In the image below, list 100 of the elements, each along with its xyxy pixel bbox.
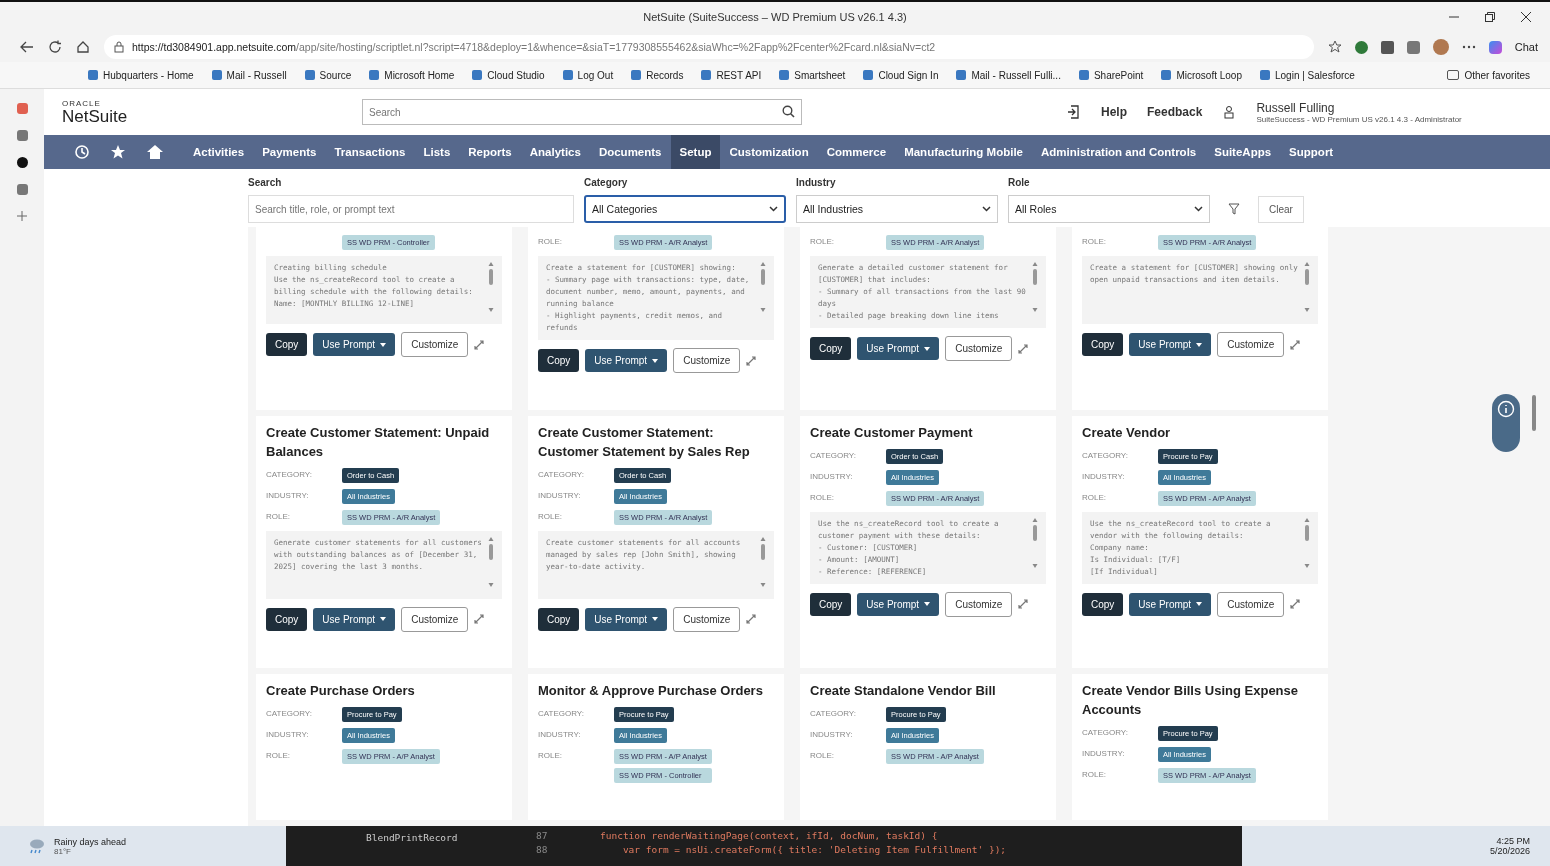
- customize-button[interactable]: Customize: [673, 606, 741, 632]
- bookmark-link[interactable]: Cloud Sign In: [863, 69, 939, 81]
- scrollbar-icon[interactable]: [760, 262, 766, 312]
- extension-icon[interactable]: [1380, 40, 1394, 54]
- copy-button[interactable]: Copy: [810, 337, 852, 360]
- expand-icon[interactable]: [474, 614, 485, 624]
- copy-button[interactable]: Copy: [810, 592, 852, 616]
- star-icon[interactable]: [110, 144, 126, 160]
- use-prompt-button[interactable]: Use Prompt: [857, 592, 940, 616]
- expand-icon[interactable]: [1018, 599, 1029, 610]
- nav-tab[interactable]: Customization: [720, 135, 818, 169]
- nav-tab[interactable]: SuiteApps: [1205, 135, 1281, 169]
- category-select[interactable]: All Categories: [584, 195, 786, 223]
- bookmark-link[interactable]: Hubquarters - Home: [88, 69, 194, 81]
- nav-tab[interactable]: Reports: [459, 135, 521, 169]
- nav-tab[interactable]: Support: [1280, 135, 1343, 169]
- customize-button[interactable]: Customize: [1217, 332, 1285, 357]
- filter-icon[interactable]: [1228, 203, 1240, 215]
- bookmark-link[interactable]: Mail - Russell Fulli...: [956, 69, 1061, 81]
- scrollbar-icon[interactable]: [488, 536, 494, 587]
- bookmark-link[interactable]: SharePoint: [1078, 69, 1144, 81]
- expand-icon[interactable]: [746, 614, 757, 624]
- home-icon[interactable]: [146, 144, 164, 160]
- feedback-link[interactable]: Feedback: [1147, 105, 1203, 119]
- bookmark-link[interactable]: Source: [304, 69, 352, 81]
- bookmark-link[interactable]: Cloud Studio: [472, 69, 545, 81]
- copy-button[interactable]: Copy: [266, 333, 308, 356]
- add-icon[interactable]: [17, 211, 27, 221]
- home-icon[interactable]: [76, 40, 90, 54]
- use-prompt-button[interactable]: Use Prompt: [585, 349, 668, 372]
- use-prompt-button[interactable]: Use Prompt: [313, 607, 396, 631]
- nav-tab[interactable]: Setup: [670, 135, 721, 169]
- nav-tab[interactable]: Payments: [253, 135, 326, 169]
- bookmark-link[interactable]: Microsoft Loop: [1161, 69, 1242, 81]
- customize-button[interactable]: Customize: [945, 591, 1013, 617]
- scrollbar-icon[interactable]: [488, 262, 494, 312]
- copilot-icon[interactable]: [1488, 40, 1502, 54]
- bookmark-link[interactable]: REST API: [701, 69, 762, 81]
- scrollbar-icon[interactable]: [1304, 262, 1310, 312]
- scrollbar-icon[interactable]: [1032, 517, 1038, 568]
- scrollbar-icon[interactable]: [1032, 262, 1038, 312]
- tab-icon[interactable]: [16, 157, 28, 168]
- refresh-icon[interactable]: [48, 40, 62, 54]
- bookmark-link[interactable]: Smartsheet: [779, 69, 846, 81]
- extension-icon[interactable]: [1354, 40, 1368, 54]
- clear-button[interactable]: Clear: [1258, 196, 1304, 223]
- copy-button[interactable]: Copy: [538, 607, 580, 631]
- address-bar[interactable]: https://td3084901.app.netsuite.com/app/site/hosting/scriptlet.nl?script=4718&deploy=1&whence=&siaT=1779308555462&siaWhc=%2Fapp%2Fcenter%2Fcard.nl&siaNv=ct2: [104, 35, 1314, 59]
- prompt-search-field[interactable]: Search title, role, or prompt text: [248, 195, 574, 223]
- restore-icon[interactable]: [1484, 11, 1496, 23]
- other-favorites-link[interactable]: Other favorites: [1447, 69, 1530, 81]
- chat-button[interactable]: Chat: [1514, 41, 1538, 53]
- profile-avatar[interactable]: [1432, 39, 1449, 55]
- scrollbar-icon[interactable]: [1304, 517, 1310, 568]
- use-prompt-button[interactable]: Use Prompt: [1129, 333, 1212, 356]
- roles-icon[interactable]: [1222, 105, 1237, 119]
- copy-button[interactable]: Copy: [538, 349, 580, 372]
- nav-tab[interactable]: Lists: [414, 135, 460, 169]
- expand-icon[interactable]: [746, 355, 757, 366]
- star-icon[interactable]: [1327, 40, 1342, 54]
- bookmark-link[interactable]: Mail - Russell: [211, 69, 287, 81]
- customize-button[interactable]: Customize: [673, 348, 741, 373]
- customize-button[interactable]: Customize: [945, 336, 1013, 361]
- help-widget[interactable]: [1492, 394, 1520, 452]
- user-name[interactable]: Russell Fulling: [1256, 100, 1462, 115]
- nav-tab[interactable]: Transactions: [325, 135, 415, 169]
- logo[interactable]: NetSuite: [62, 107, 342, 125]
- scrollbar-icon[interactable]: [760, 536, 766, 587]
- nav-tab[interactable]: Documents: [589, 135, 671, 169]
- use-prompt-button[interactable]: Use Prompt: [857, 337, 940, 360]
- nav-tab[interactable]: Analytics: [520, 135, 590, 169]
- expand-icon[interactable]: [1018, 343, 1029, 354]
- close-icon[interactable]: [1520, 11, 1532, 23]
- expand-icon[interactable]: [1290, 339, 1301, 350]
- bookmark-link[interactable]: Records: [631, 69, 684, 81]
- role-select[interactable]: All Roles: [1008, 195, 1210, 223]
- help-link[interactable]: Help: [1101, 105, 1127, 119]
- extension-icon[interactable]: [1406, 40, 1420, 54]
- nav-tab[interactable]: Administration and Controls: [1032, 135, 1206, 169]
- recent-records-icon[interactable]: [74, 144, 90, 160]
- use-prompt-button[interactable]: Use Prompt: [585, 607, 668, 631]
- nav-tab[interactable]: Commerce: [817, 135, 896, 169]
- bookmark-link[interactable]: Microsoft Home: [369, 69, 455, 81]
- more-icon[interactable]: [1461, 45, 1476, 49]
- customize-button[interactable]: Customize: [1217, 591, 1285, 617]
- copy-button[interactable]: Copy: [1082, 333, 1124, 356]
- search-icon[interactable]: [782, 105, 795, 118]
- bookmark-link[interactable]: Log Out: [562, 69, 614, 81]
- bookmark-link[interactable]: Login | Salesforce: [1260, 69, 1355, 81]
- global-search-field[interactable]: Search: [362, 99, 802, 125]
- industry-select[interactable]: All Industries: [796, 195, 998, 223]
- customize-button[interactable]: Customize: [401, 606, 469, 632]
- customize-button[interactable]: Customize: [401, 332, 469, 357]
- use-prompt-button[interactable]: Use Prompt: [313, 333, 396, 356]
- back-icon[interactable]: [20, 40, 34, 54]
- use-prompt-button[interactable]: Use Prompt: [1129, 592, 1212, 616]
- copy-button[interactable]: Copy: [1082, 592, 1124, 616]
- copy-button[interactable]: Copy: [266, 607, 308, 631]
- nav-tab[interactable]: Activities: [184, 135, 254, 169]
- expand-icon[interactable]: [474, 339, 485, 350]
